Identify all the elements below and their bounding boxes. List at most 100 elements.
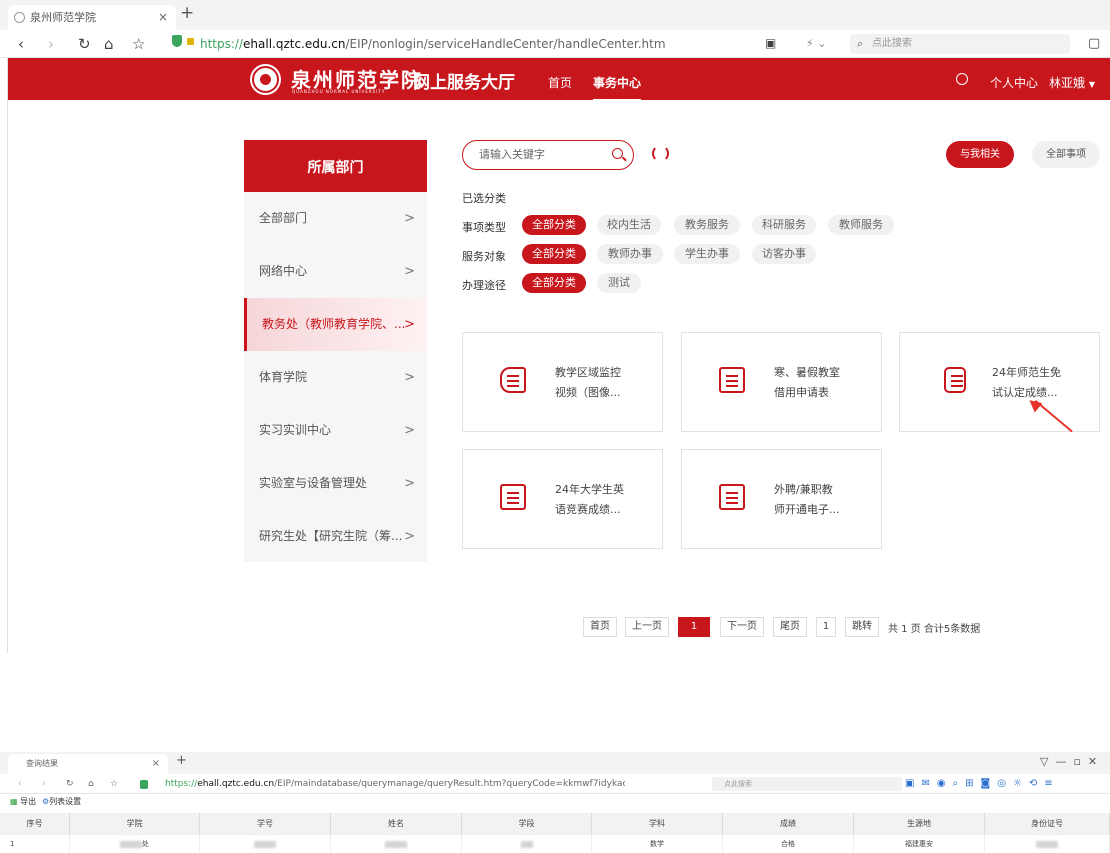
sidebar-toggle-icon[interactable]: ▢: [1088, 36, 1100, 51]
window-controls[interactable]: ▽ — ▫ ✕: [1040, 755, 1097, 768]
result-browser-tab[interactable]: 查询结果 ×: [8, 754, 168, 774]
browser-tab[interactable]: 泉州师范学院 ×: [8, 5, 176, 30]
service-card-classroom-borrow[interactable]: 寒、暑假教室 借用申请表: [681, 332, 882, 432]
chevron-right-icon: >: [404, 264, 415, 279]
chip-research-service[interactable]: 科研服务: [752, 215, 816, 235]
refresh-icon[interactable]: [652, 145, 669, 162]
result-search-input[interactable]: 点此搜索: [712, 777, 902, 791]
export-button[interactable]: ▦ 导出: [10, 794, 36, 810]
sidebar-item-label: 网络中心: [259, 264, 308, 278]
lightning-icon[interactable]: ⚡ ⌄: [806, 37, 826, 50]
next-page-button[interactable]: 下一页: [720, 617, 764, 637]
nav-home[interactable]: 首页: [548, 74, 572, 91]
search-icon[interactable]: [612, 148, 623, 159]
column-settings-button[interactable]: ⚙列表设置: [42, 794, 81, 810]
nav-affairs-center[interactable]: 事务中心: [593, 74, 642, 101]
chevron-right-icon: >: [404, 317, 415, 332]
sidebar-item-pe-college[interactable]: 体育学院 >: [244, 351, 427, 404]
all-items-button[interactable]: 全部事项: [1032, 141, 1100, 168]
toolbar-extension-icons[interactable]: ▣✉◉⌕⊞◙◎☼⟲≡: [905, 774, 1060, 794]
last-page-button[interactable]: 尾页: [773, 617, 807, 637]
new-tab-button[interactable]: +: [176, 753, 187, 768]
column-header-stage[interactable]: 学段: [462, 813, 592, 835]
chip-campus-life[interactable]: 校内生活: [597, 215, 661, 235]
service-card-external-teacher[interactable]: 外聘/兼职教 师开通电子...: [681, 449, 882, 549]
header-search-icon[interactable]: [956, 73, 968, 85]
chip-visitor-affairs[interactable]: 访客办事: [752, 244, 816, 264]
chip-teacher-service[interactable]: 教师服务: [828, 215, 894, 235]
chip-method-all[interactable]: 全部分类: [522, 273, 586, 293]
page-1-button[interactable]: 1: [678, 617, 710, 637]
shield-icon: [140, 780, 148, 789]
chip-academic-service[interactable]: 教务服务: [674, 215, 740, 235]
sidebar-item-practice-center[interactable]: 实习实训中心 >: [244, 404, 427, 457]
filter-label-handling-method: 办理途径: [462, 279, 506, 292]
forward-icon[interactable]: ›: [48, 35, 54, 53]
sidebar-item-label: 全部部门: [259, 211, 308, 225]
column-header-name[interactable]: 姓名: [331, 813, 462, 835]
url-path: /EIP/maindatabase/querymanage/queryResul…: [274, 779, 625, 789]
close-tab-icon[interactable]: ×: [158, 5, 168, 30]
column-header-student-id[interactable]: 学号: [200, 813, 331, 835]
keyword-search-input[interactable]: 请输入关键字: [462, 140, 634, 170]
result-address-bar: ‹ › ↻ ⌂ ☆ https://ehall.qztc.edu.cn/EIP/…: [0, 774, 1110, 794]
column-header-index[interactable]: 序号: [0, 813, 70, 835]
sidebar-item-lab-equipment[interactable]: 实验室与设备管理处 >: [244, 457, 427, 510]
reload-icon[interactable]: ↻: [66, 774, 74, 794]
sidebar-item-academic-affairs[interactable]: 教务处（教师教育学院、... >: [244, 298, 427, 351]
prev-page-button[interactable]: 上一页: [625, 617, 669, 637]
university-logo-icon[interactable]: [252, 66, 279, 93]
chip-item-type-all[interactable]: 全部分类: [522, 215, 586, 235]
result-url-field[interactable]: https://ehall.qztc.edu.cn/EIP/maindataba…: [165, 774, 625, 794]
column-header-college[interactable]: 学院: [70, 813, 200, 835]
tab-title: 泉州师范学院: [30, 11, 96, 24]
home-icon[interactable]: ⌂: [88, 774, 94, 794]
star-icon[interactable]: ☆: [132, 35, 145, 53]
chip-target-all[interactable]: 全部分类: [522, 244, 586, 264]
export-label: 导出: [20, 797, 37, 806]
home-icon[interactable]: ⌂: [104, 35, 114, 53]
chevron-right-icon: >: [404, 476, 415, 491]
card-title-line1: 外聘/兼职教: [774, 483, 833, 496]
chip-teacher-affairs[interactable]: 教师办事: [597, 244, 663, 264]
column-settings-label: 列表设置: [49, 797, 82, 806]
lock-icon: [187, 38, 194, 45]
service-card-monitoring-video[interactable]: 教学区域监控 视频（图像...: [462, 332, 663, 432]
redacted-block: [120, 840, 142, 848]
chevron-right-icon: >: [404, 529, 415, 544]
chip-student-affairs[interactable]: 学生办事: [674, 244, 740, 264]
url-scheme: https://: [165, 779, 198, 789]
personal-center-link[interactable]: 个人中心: [990, 74, 1038, 91]
new-tab-button[interactable]: +: [180, 3, 194, 23]
first-page-button[interactable]: 首页: [583, 617, 617, 637]
forward-icon[interactable]: ›: [42, 774, 46, 794]
column-header-id-number[interactable]: 身份证号: [985, 813, 1110, 835]
jump-button[interactable]: 跳转: [845, 617, 879, 637]
back-icon[interactable]: ‹: [18, 35, 24, 53]
sidebar-item-graduate-office[interactable]: 研究生处【研究生院（筹... >: [244, 510, 427, 563]
service-card-normal-student-exam[interactable]: 24年师范生免 试认定成绩...: [899, 332, 1100, 432]
star-icon[interactable]: ☆: [110, 774, 118, 794]
service-card-english-contest[interactable]: 24年大学生英 语竞赛成绩...: [462, 449, 663, 549]
column-header-subject[interactable]: 学科: [592, 813, 723, 835]
sidebar-heading: 所属部门: [244, 140, 427, 192]
sidebar-item-all-departments[interactable]: 全部部门 >: [244, 192, 427, 245]
back-icon[interactable]: ‹: [18, 774, 22, 794]
cell-index: 1: [0, 835, 70, 853]
user-menu[interactable]: 林亚娥 ▼: [1049, 74, 1095, 91]
extension-icon[interactable]: ▣: [765, 36, 776, 50]
chip-test[interactable]: 测试: [597, 273, 641, 293]
hall-title: 网上服务大厅: [413, 73, 515, 93]
browser-search-input[interactable]: 点此搜索: [850, 34, 1070, 54]
jump-page-input[interactable]: 1: [816, 617, 836, 637]
column-header-origin[interactable]: 生源地: [854, 813, 985, 835]
column-header-score[interactable]: 成绩: [723, 813, 854, 835]
sidebar-item-network-center[interactable]: 网络中心 >: [244, 245, 427, 298]
reload-icon[interactable]: ↻: [78, 35, 91, 53]
close-tab-icon[interactable]: ×: [152, 754, 160, 774]
clipboard-icon: [944, 367, 966, 393]
related-to-me-button[interactable]: 与我相关: [946, 141, 1014, 168]
export-icon: ▦: [10, 797, 18, 806]
filter-label-service-target: 服务对象: [462, 250, 506, 263]
redacted-block: [254, 840, 276, 848]
